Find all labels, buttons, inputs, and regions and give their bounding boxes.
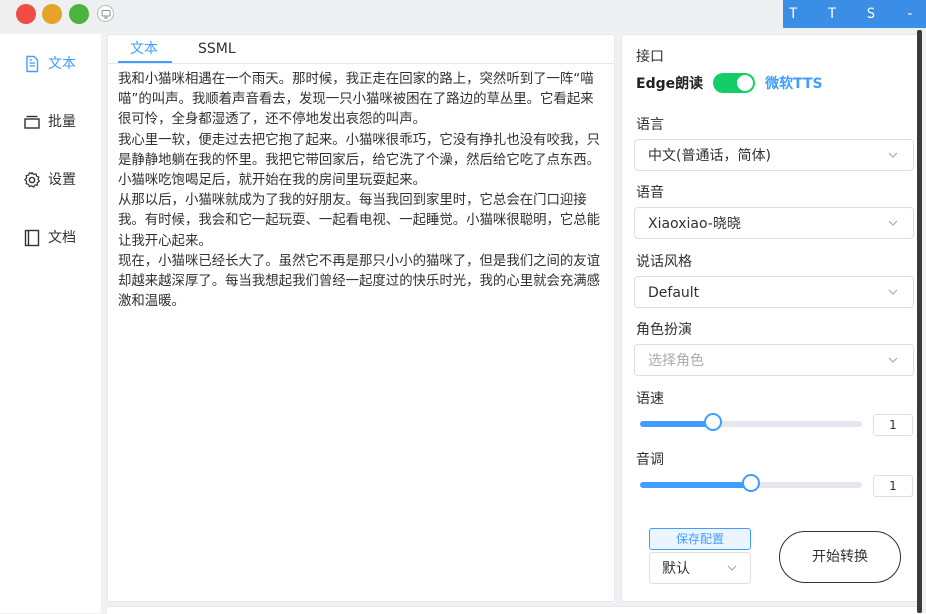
language-label: 语言 — [636, 117, 664, 133]
rate-slider-thumb[interactable] — [704, 413, 723, 431]
title-bar: T T S - V U E — [0, 0, 926, 30]
tab-text[interactable]: 文本 — [130, 39, 158, 59]
engine-toggle-row: Edge朗读 微软TTS — [636, 72, 823, 94]
tab-ssml[interactable]: SSML — [198, 39, 236, 59]
engine-switch[interactable] — [713, 73, 756, 93]
minimize-window-button[interactable] — [42, 4, 62, 24]
voice-select[interactable]: Xiaoxiao-晓晓 — [634, 207, 914, 239]
sidebar-item-label: 文档 — [48, 230, 76, 246]
sidebar-item-label: 批量 — [48, 114, 76, 130]
microsoft-tts-label: 微软TTS — [765, 76, 823, 92]
settings-panel: 接口 Edge朗读 微软TTS 语言 中文(普通话，简体) 语音 Xiaoxia… — [621, 34, 921, 602]
pitch-input[interactable]: 1 — [873, 475, 913, 497]
edge-engine-label: Edge朗读 — [636, 76, 704, 92]
paragraph: 现在，小猫咪已经长大了。虽然它不再是那只小小的猫咪了，但是我们之间的友谊却越来越… — [118, 253, 601, 310]
role-placeholder: 选择角色 — [648, 353, 704, 369]
chevron-down-icon — [888, 357, 898, 363]
rate-slider-fill — [640, 421, 714, 427]
stack-icon — [22, 112, 42, 132]
sidebar-item-docs[interactable]: 文档 — [0, 218, 101, 258]
maximize-window-button[interactable] — [69, 4, 89, 24]
rate-label: 语速 — [636, 391, 664, 407]
window-scrollbar[interactable] — [917, 30, 922, 613]
close-window-button[interactable] — [16, 4, 36, 24]
preset-value: 默认 — [662, 561, 690, 577]
role-select[interactable]: 选择角色 — [634, 344, 914, 376]
language-value: 中文(普通话，简体) — [648, 148, 771, 164]
monitor-icon[interactable] — [97, 5, 114, 22]
language-select[interactable]: 中文(普通话，简体) — [634, 139, 914, 171]
pitch-slider-fill — [640, 482, 751, 488]
voice-label: 语音 — [636, 185, 664, 201]
style-label: 说话风格 — [636, 254, 692, 270]
sidebar-item-batch[interactable]: 批量 — [0, 102, 101, 142]
app-brand: T T S - V U E — [783, 0, 926, 28]
sidebar-item-settings[interactable]: 设置 — [0, 160, 101, 200]
book-icon — [22, 228, 42, 248]
chevron-down-icon — [727, 565, 737, 571]
role-label: 角色扮演 — [636, 322, 692, 338]
sidebar-item-label: 设置 — [48, 172, 76, 188]
sidebar-item-text[interactable]: 文本 — [0, 44, 101, 84]
preset-select[interactable]: 默认 — [649, 552, 751, 584]
paragraph: 我心里一软，便走过去把它抱了起来。小猫咪很乖巧，它没有挣扎也没有咬我，只是静静地… — [118, 132, 601, 189]
sidebar-item-label: 文本 — [48, 56, 76, 72]
pitch-label: 音调 — [636, 452, 664, 468]
chevron-down-icon — [888, 289, 898, 295]
voice-value: Xiaoxiao-晓晓 — [648, 216, 741, 232]
save-config-button[interactable]: 保存配置 — [649, 528, 751, 550]
paragraph: 从那以后，小猫咪就成为了我的好朋友。每当我回到家里时，它总会在门口迎接我。有时候… — [118, 193, 601, 249]
pitch-slider[interactable] — [640, 474, 862, 492]
paragraph: 我和小猫咪相遇在一个雨天。那时候，我正走在回家的路上，突然听到了一阵“喵喵”的叫… — [118, 72, 594, 128]
document-icon — [22, 54, 42, 74]
rate-input[interactable]: 1 — [873, 414, 913, 436]
style-value: Default — [648, 285, 700, 301]
text-panel: 文本 SSML 我和小猫咪相遇在一个雨天。那时候，我正走在回家的路上，突然听到了… — [107, 34, 615, 602]
chevron-down-icon — [888, 152, 898, 158]
sidebar: 文本 批量 设置 文档 — [0, 34, 101, 613]
active-tab-indicator — [118, 61, 172, 63]
rate-slider[interactable] — [640, 413, 862, 431]
chevron-down-icon — [888, 220, 898, 226]
gear-icon — [22, 170, 42, 190]
pitch-slider-thumb[interactable] — [742, 474, 760, 492]
start-convert-button[interactable]: 开始转换 — [779, 531, 901, 583]
api-label: 接口 — [636, 49, 664, 65]
style-select[interactable]: Default — [634, 276, 914, 308]
switch-knob — [737, 75, 754, 91]
text-editor[interactable]: 我和小猫咪相遇在一个雨天。那时候，我正走在回家的路上，突然听到了一阵“喵喵”的叫… — [118, 70, 602, 312]
editor-tabs: 文本 SSML — [108, 35, 614, 64]
